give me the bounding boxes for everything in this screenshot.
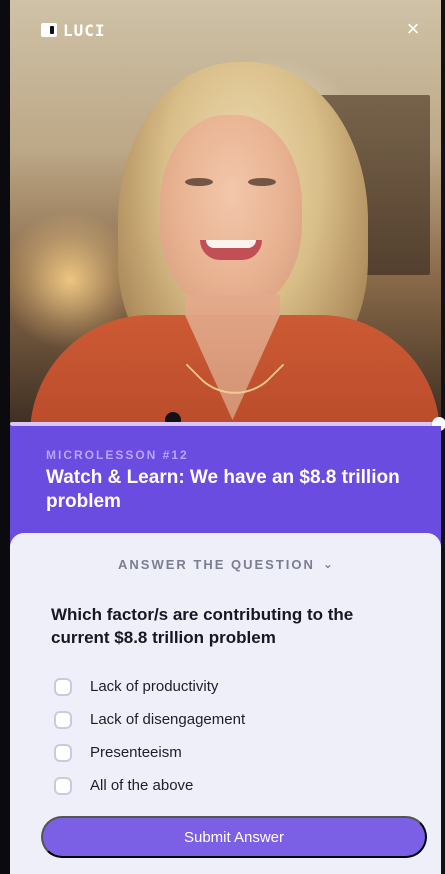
right-edge — [441, 0, 445, 874]
presenter-face — [160, 115, 302, 310]
logo-text: LUCI — [63, 20, 106, 40]
answer-card: ANSWER THE QUESTION ⌄ Which factor/s are… — [10, 533, 441, 874]
option-4-label: All of the above — [90, 777, 194, 794]
lesson-title: Watch & Learn: We have an $8.8 trillion … — [46, 467, 400, 512]
left-edge — [0, 0, 10, 874]
presenter-eye-right — [248, 178, 276, 186]
answer-options: Lack of productivity Lack of disengageme… — [54, 670, 414, 802]
submit-answer-button[interactable]: Submit Answer — [41, 816, 427, 858]
answer-toggle-label: ANSWER THE QUESTION — [118, 557, 315, 572]
brand-logo: LUCI — [41, 20, 106, 40]
option-1[interactable]: Lack of productivity — [54, 670, 414, 703]
option-4-checkbox[interactable] — [54, 776, 72, 795]
option-1-checkbox[interactable] — [54, 677, 72, 696]
option-3-checkbox[interactable] — [54, 743, 72, 762]
presenter-eye-left — [185, 178, 213, 186]
presenter-teeth — [206, 240, 256, 248]
option-3-label: Presenteeism — [90, 744, 182, 761]
option-1-label: Lack of productivity — [90, 678, 219, 695]
question-text: Which factor/s are contributing to the c… — [51, 605, 354, 647]
answer-toggle[interactable]: ANSWER THE QUESTION ⌄ — [10, 556, 441, 573]
option-2[interactable]: Lack of disengagement — [54, 703, 414, 736]
app-frame: LUCI × MICROLESSON #12 Watch & Learn: We… — [0, 0, 445, 874]
logo-icon — [41, 23, 57, 37]
option-2-checkbox[interactable] — [54, 710, 72, 729]
option-2-label: Lack of disengagement — [90, 711, 246, 728]
option-4[interactable]: All of the above — [54, 769, 414, 802]
close-icon[interactable]: × — [401, 17, 425, 41]
video-player[interactable]: LUCI × — [10, 0, 441, 424]
chevron-down-icon: ⌄ — [322, 556, 333, 571]
lesson-kicker: MICROLESSON #12 — [46, 448, 189, 462]
option-3[interactable]: Presenteeism — [54, 736, 414, 769]
